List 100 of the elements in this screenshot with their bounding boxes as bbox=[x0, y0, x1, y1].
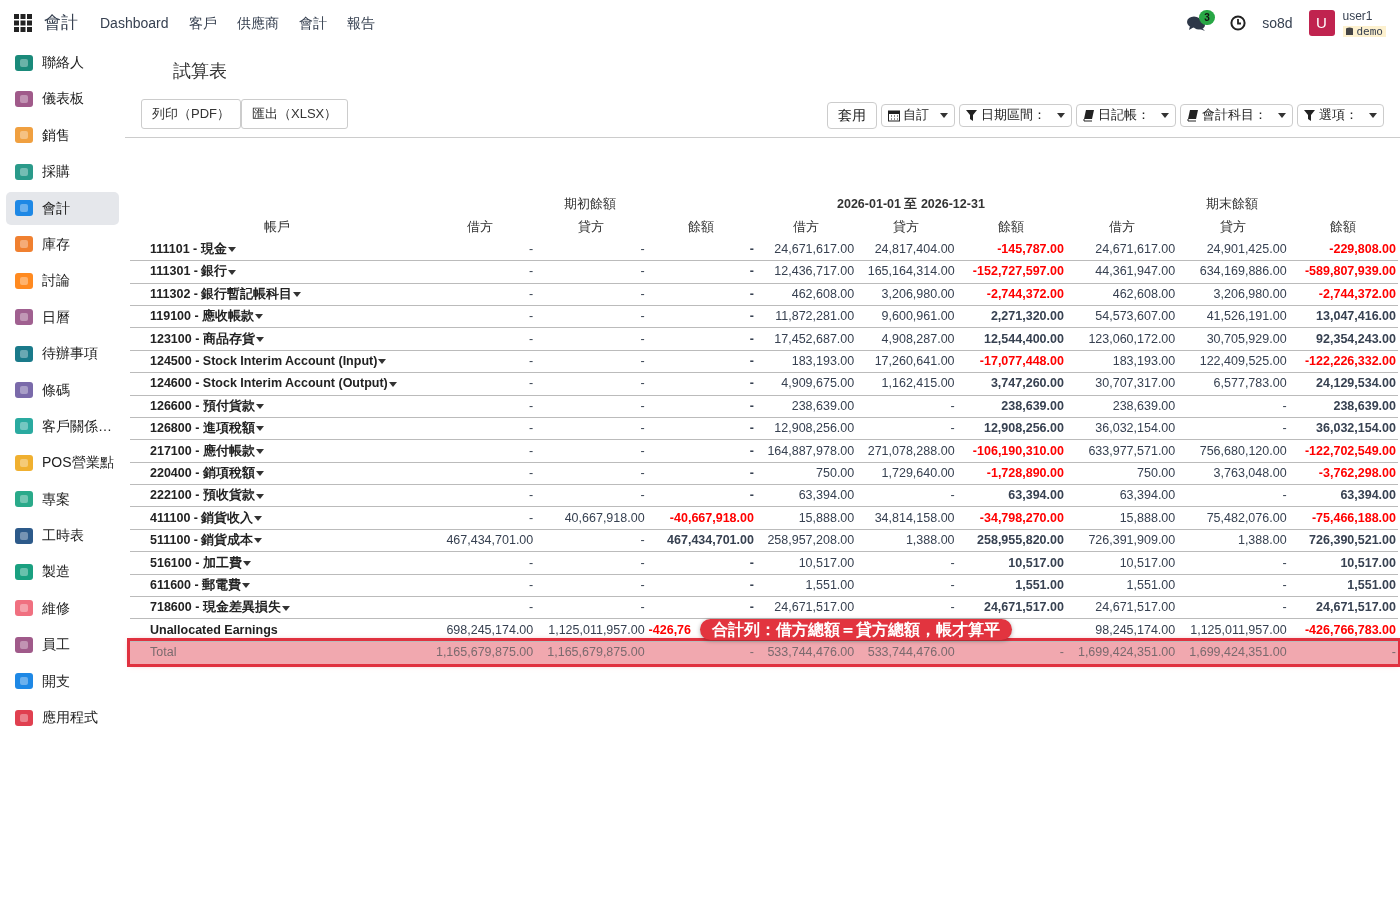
action-button[interactable]: 匯出（XLSX） bbox=[241, 99, 349, 129]
account-link[interactable]: 222100 - 預收貨款 bbox=[150, 488, 264, 503]
sidebar-item[interactable]: 採購 bbox=[6, 155, 119, 189]
table-cell: -1,728,890.00 bbox=[986, 466, 1064, 480]
caret-icon bbox=[255, 404, 264, 410]
table-cell: 63,394.00 bbox=[1008, 488, 1064, 503]
menu-item[interactable]: Dashboard bbox=[100, 12, 169, 34]
menu-item[interactable]: 報告 bbox=[346, 12, 375, 34]
sidebar-item[interactable]: 開支 bbox=[6, 664, 119, 698]
sidebar-item[interactable]: 聯絡人 bbox=[6, 46, 119, 79]
sidebar-item[interactable]: 銷售 bbox=[6, 118, 119, 152]
table-cell: 10,517.00 bbox=[1119, 555, 1176, 570]
table-cell: 1,165,679,875.00 bbox=[435, 645, 534, 660]
account-link[interactable]: 124500 - Stock Interim Account (Input) bbox=[150, 354, 387, 369]
sidebar-item[interactable]: 儀表板 bbox=[6, 82, 119, 116]
account-link[interactable]: 516100 - 加工費 bbox=[150, 555, 251, 570]
column-header: 餘額 bbox=[998, 219, 1025, 234]
caret-icon bbox=[281, 605, 290, 611]
menu-item[interactable]: 會計 bbox=[298, 12, 327, 34]
table-cell: 6,577,783.00 bbox=[1213, 376, 1287, 391]
sidebar-item[interactable]: 專案 bbox=[6, 482, 119, 516]
table-cell: 1,388.00 bbox=[905, 533, 955, 548]
sidebar-item[interactable]: 客戶關係… bbox=[6, 409, 119, 443]
account-link[interactable]: 119100 - 應收帳款 bbox=[150, 309, 264, 324]
account-link[interactable]: 511100 - 銷貨成本 bbox=[150, 533, 263, 548]
caret-icon bbox=[255, 471, 264, 477]
sidebar-item[interactable]: 日曆 bbox=[6, 300, 119, 334]
database-icon bbox=[1345, 26, 1353, 36]
table-cell: - bbox=[529, 510, 534, 525]
database-tag: demo bbox=[1342, 25, 1386, 37]
sidebar-item[interactable]: 會計 bbox=[6, 191, 119, 225]
table-cell: 750.00 bbox=[816, 466, 855, 480]
table-cell: 1,125,011,957.00 bbox=[548, 622, 645, 637]
sidebar-item[interactable]: 工時表 bbox=[6, 519, 119, 553]
menu-item[interactable]: 供應商 bbox=[236, 12, 279, 34]
table-cell: 13,047,416.00 bbox=[1316, 309, 1396, 324]
company-name[interactable]: so8d bbox=[1262, 12, 1293, 34]
column-header: 貸方 bbox=[1219, 219, 1246, 234]
table-cell: 11,872,281.00 bbox=[775, 309, 855, 324]
caret-icon bbox=[242, 583, 251, 589]
sidebar-item[interactable]: 庫存 bbox=[6, 227, 119, 261]
table-cell: 633,977,571.00 bbox=[1088, 443, 1176, 458]
message-count-badge: 3 bbox=[1199, 9, 1215, 25]
caret-icon bbox=[255, 426, 264, 432]
account-link[interactable]: 611600 - 郵電費 bbox=[150, 577, 251, 592]
sidebar-item[interactable]: 維修 bbox=[6, 591, 119, 625]
table-cell: - bbox=[749, 645, 754, 660]
account-link[interactable]: 718600 - 現金差異損失 bbox=[150, 600, 290, 615]
table-cell: 1,699,424,351.00 bbox=[1077, 645, 1176, 660]
menu-item[interactable]: 客戶 bbox=[188, 12, 217, 34]
account-link[interactable]: 111101 - 現金 bbox=[150, 241, 236, 256]
table-cell: - bbox=[749, 309, 754, 324]
caret-icon bbox=[255, 314, 264, 320]
table-cell: - bbox=[529, 264, 534, 279]
app-icon bbox=[14, 307, 34, 328]
account-link[interactable]: 124600 - Stock Interim Account (Output) bbox=[150, 376, 397, 391]
action-button[interactable]: 列印（PDF） bbox=[141, 99, 241, 129]
table-cell: 24,129,534.00 bbox=[1316, 376, 1396, 391]
column-header: 帳戶 bbox=[264, 219, 291, 234]
table-cell: 756,680,120.00 bbox=[1199, 443, 1287, 458]
avatar[interactable]: U bbox=[1308, 10, 1335, 36]
table-cell: - bbox=[640, 331, 645, 346]
filter-dropdown[interactable]: 日記帳： bbox=[1076, 103, 1176, 127]
account-link[interactable]: 126600 - 預付貨款 bbox=[150, 398, 264, 413]
sidebar-item[interactable]: 條碼 bbox=[6, 373, 119, 407]
account-link[interactable]: 126800 - 進項稅額 bbox=[150, 421, 264, 436]
sidebar-item[interactable]: 製造 bbox=[6, 555, 119, 589]
sidebar-item[interactable]: 員工 bbox=[6, 628, 119, 662]
filter-dropdown[interactable]: 會計科目： bbox=[1180, 103, 1293, 127]
table-cell: - bbox=[529, 286, 534, 301]
account-link[interactable]: 220400 - 銷項稅額 bbox=[150, 466, 264, 480]
account-link[interactable]: 111301 - 銀行 bbox=[150, 264, 237, 279]
table-cell: 533,744,476.00 bbox=[867, 645, 955, 660]
table-cell: - bbox=[1282, 421, 1287, 436]
table-cell: - bbox=[640, 376, 645, 391]
app-title[interactable]: 會計 bbox=[44, 10, 78, 36]
sidebar-item[interactable]: 應用程式 bbox=[6, 701, 119, 735]
apply-button[interactable]: 套用 bbox=[827, 101, 877, 129]
filter-dropdown[interactable]: 日期區間： bbox=[959, 103, 1072, 127]
account-link[interactable]: 123100 - 商品存貨 bbox=[150, 331, 264, 346]
table-cell: 726,391,909.00 bbox=[1088, 533, 1176, 548]
account-link[interactable]: 411100 - 銷貨收入 bbox=[150, 510, 263, 525]
account-link[interactable]: 217100 - 應付帳款 bbox=[150, 443, 264, 458]
table-cell: - bbox=[529, 443, 534, 458]
clock-icon[interactable] bbox=[1230, 15, 1247, 31]
table-cell: - bbox=[749, 488, 754, 503]
menu-icon[interactable] bbox=[14, 14, 32, 32]
sidebar-item[interactable]: POS營業點 bbox=[6, 446, 119, 480]
table-cell: 1,551.00 bbox=[805, 577, 855, 592]
table-cell: -122,226,332.00 bbox=[1304, 354, 1396, 369]
filter-dropdown[interactable]: 自訂 bbox=[881, 103, 955, 127]
caret-icon bbox=[1278, 112, 1286, 118]
caret-icon bbox=[1161, 112, 1169, 118]
caret-icon bbox=[388, 381, 397, 387]
sidebar-item[interactable]: 待辦事項 bbox=[6, 337, 119, 371]
app-icon bbox=[14, 88, 34, 109]
filter-dropdown[interactable]: 選項： bbox=[1297, 103, 1384, 127]
sidebar-item[interactable]: 討論 bbox=[6, 264, 119, 298]
column-group-header: 期初餘額 bbox=[564, 197, 617, 212]
account-link[interactable]: 111302 - 銀行暫記帳科目 bbox=[150, 286, 302, 301]
